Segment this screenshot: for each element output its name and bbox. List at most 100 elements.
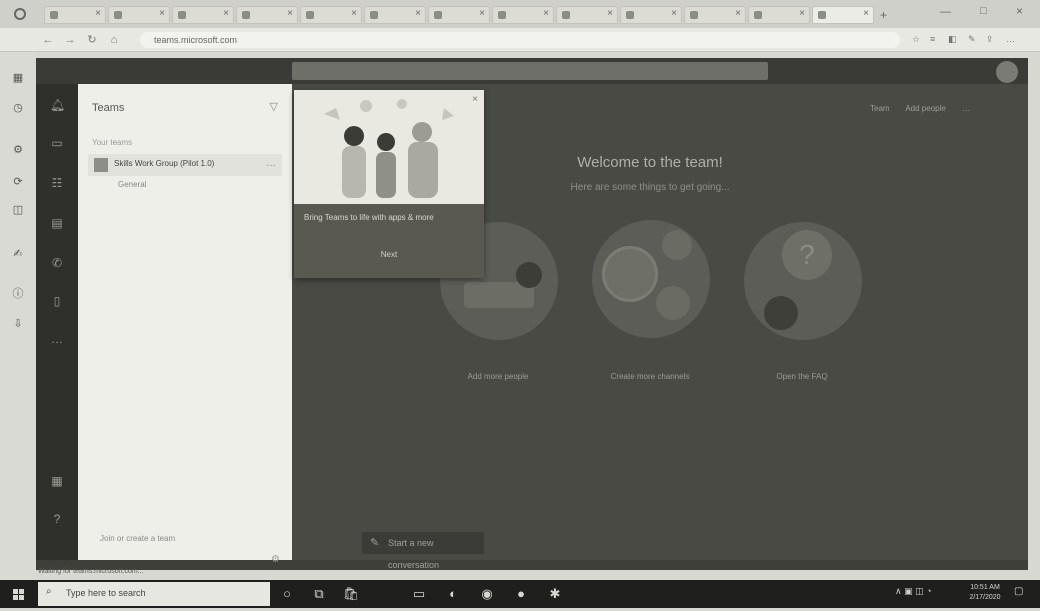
more-options-icon[interactable]: …: [1006, 34, 1016, 44]
download-icon[interactable]: ⇩: [12, 318, 24, 330]
welcome-title: Welcome to the team!: [577, 154, 723, 171]
sync-icon[interactable]: ⟳: [12, 176, 24, 188]
calls-icon[interactable]: ✆: [50, 256, 64, 270]
filter-icon[interactable]: ▽: [270, 100, 278, 113]
more-options-icon[interactable]: …: [962, 104, 970, 113]
notification-icon[interactable]: ▢: [1014, 586, 1028, 600]
action-label[interactable]: Create more channels: [580, 372, 720, 381]
browser-tab[interactable]: ×: [428, 6, 490, 24]
tab-favicon-icon: [306, 11, 314, 19]
close-tab-icon[interactable]: ×: [95, 8, 101, 19]
hub-icon[interactable]: ▦: [12, 72, 24, 84]
apps-tip-popup: × Bring Teams to life with apps & more N…: [294, 90, 484, 278]
help-icon[interactable]: ?: [50, 512, 64, 526]
edge-browser-icon[interactable]: ◐: [444, 585, 462, 603]
close-tab-icon[interactable]: ×: [543, 8, 549, 19]
calendar-icon[interactable]: ▤: [50, 216, 64, 230]
join-create-team-link[interactable]: Join or create a team: [100, 534, 175, 543]
close-tab-icon[interactable]: ×: [479, 8, 485, 19]
close-tab-icon[interactable]: ×: [799, 8, 805, 19]
app-icon[interactable]: ●: [512, 585, 530, 603]
close-tab-icon[interactable]: ×: [223, 8, 229, 19]
browser-tab[interactable]: ×: [172, 6, 234, 24]
task-view-icon[interactable]: ⧉: [310, 585, 328, 603]
maximize-window-icon[interactable]: □: [980, 5, 987, 17]
close-window-icon[interactable]: ×: [1016, 4, 1023, 18]
browser-tab[interactable]: ×: [44, 6, 106, 24]
channel-icon: [602, 246, 658, 302]
minimize-window-icon[interactable]: —: [940, 6, 951, 18]
close-tab-icon[interactable]: ×: [287, 8, 293, 19]
favorite-star-icon[interactable]: ☆: [912, 34, 922, 44]
forward-icon[interactable]: →: [62, 32, 78, 48]
teams-search-input[interactable]: [292, 62, 768, 80]
user-avatar[interactable]: [996, 61, 1018, 83]
team-list-item[interactable]: Skills Work Group (Pilot 1.0) …: [88, 154, 282, 176]
tab-favicon-icon: [434, 11, 442, 19]
activity-icon[interactable]: 🔔︎: [50, 98, 65, 112]
tab-favicon-icon: [178, 11, 186, 19]
refresh-icon[interactable]: ↻: [84, 32, 100, 48]
tab-favicon-icon: [562, 11, 570, 19]
clock-date: 2/17/2020: [969, 594, 1001, 601]
windows-start-icon[interactable]: [6, 584, 32, 606]
new-tab-icon[interactable]: +: [880, 8, 887, 22]
browser-tab[interactable]: ×: [364, 6, 426, 24]
notes-icon[interactable]: ✍: [12, 248, 24, 260]
file-explorer-icon[interactable]: ▭: [410, 585, 428, 603]
add-people-link[interactable]: Add people: [905, 104, 945, 113]
teams-icon[interactable]: ☷: [50, 176, 64, 190]
browser-tab[interactable]: ×: [236, 6, 298, 24]
search-placeholder: Type here to search: [66, 588, 146, 598]
channel-item[interactable]: General: [118, 180, 146, 189]
reading-list-icon[interactable]: ≡: [930, 34, 940, 44]
browser-tab-active[interactable]: ×: [812, 6, 874, 24]
browser-tab[interactable]: ×: [300, 6, 362, 24]
pen-icon[interactable]: ✎: [968, 34, 978, 44]
close-tab-icon[interactable]: ×: [735, 8, 741, 19]
browser-tab[interactable]: ×: [748, 6, 810, 24]
popup-next-button[interactable]: Next: [294, 250, 484, 259]
browser-tab[interactable]: ×: [684, 6, 746, 24]
browser-tab[interactable]: ×: [492, 6, 554, 24]
browser-tab[interactable]: ×: [108, 6, 170, 24]
action-label[interactable]: Open the FAQ: [732, 372, 872, 381]
action-label[interactable]: Add more people: [428, 372, 568, 381]
taskbar-clock[interactable]: 10:51 AM 2/17/2020: [960, 583, 1010, 605]
close-tab-icon[interactable]: ×: [671, 8, 677, 19]
faq-illustration[interactable]: ?: [744, 222, 862, 340]
share-icon[interactable]: ⇪: [986, 34, 996, 44]
tab-favicon-icon: [370, 11, 378, 19]
browser-tab[interactable]: ×: [556, 6, 618, 24]
more-apps-icon[interactable]: …: [50, 332, 64, 346]
chat-icon[interactable]: ▭: [50, 136, 64, 150]
apps-store-icon[interactable]: ▦: [50, 474, 64, 488]
new-conversation-button[interactable]: ✎ Start a new conversation: [362, 532, 484, 570]
home-icon[interactable]: ⌂: [106, 32, 122, 48]
browser-tab[interactable]: ×: [620, 6, 682, 24]
team-link[interactable]: Team: [870, 104, 890, 113]
extensions-icon[interactable]: ◧: [948, 34, 958, 44]
store-icon[interactable]: 🛍︎: [342, 585, 360, 603]
close-icon[interactable]: ×: [472, 94, 478, 105]
close-tab-icon[interactable]: ×: [351, 8, 357, 19]
close-tab-icon[interactable]: ×: [159, 8, 165, 19]
info-icon[interactable]: ⓘ: [12, 288, 24, 300]
system-tray-icons[interactable]: ∧ ▣ ◫ ◔: [895, 586, 955, 600]
url-field[interactable]: teams.microsoft.com: [140, 32, 900, 48]
files-icon[interactable]: ▯: [50, 294, 64, 308]
cortana-icon[interactable]: ○: [278, 585, 296, 603]
close-tab-icon[interactable]: ×: [863, 8, 869, 19]
more-options-icon[interactable]: …: [266, 158, 276, 169]
close-tab-icon[interactable]: ×: [415, 8, 421, 19]
back-icon[interactable]: ←: [40, 32, 56, 48]
gear-icon[interactable]: ⚙: [271, 554, 280, 565]
close-tab-icon[interactable]: ×: [607, 8, 613, 19]
create-channels-illustration[interactable]: [592, 220, 710, 338]
settings-icon[interactable]: ⚙: [12, 144, 24, 156]
bookmark-icon[interactable]: ◫: [12, 204, 24, 216]
history-icon[interactable]: ◷: [12, 102, 24, 114]
app-icon[interactable]: ✱: [546, 585, 564, 603]
chrome-icon[interactable]: ◉: [478, 585, 496, 603]
taskbar-search-input[interactable]: ⌕ Type here to search: [38, 582, 270, 606]
